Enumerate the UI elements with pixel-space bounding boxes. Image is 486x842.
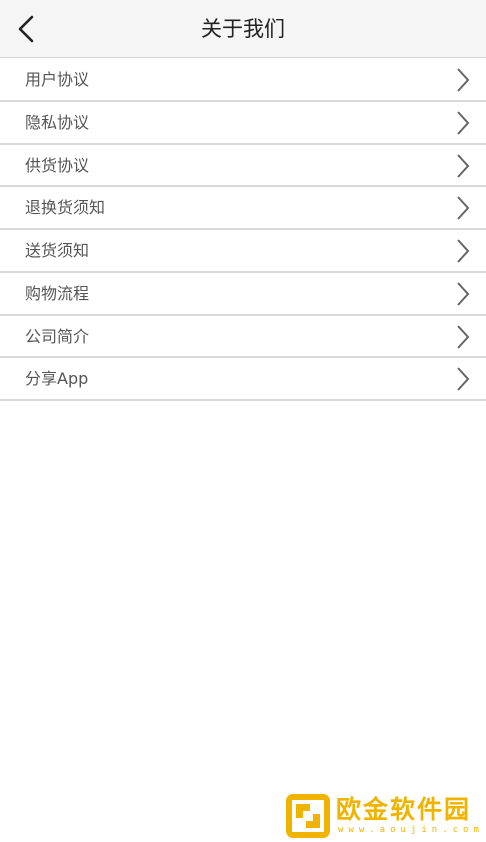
about-menu-list: 用户协议 隐私协议 供货协议 退换货须知 送货须知 购物流程 公司简介 分享Ap… bbox=[0, 59, 486, 401]
menu-item-user-agreement[interactable]: 用户协议 bbox=[0, 59, 486, 102]
page-title: 关于我们 bbox=[201, 17, 285, 41]
watermark-logo-icon bbox=[286, 794, 330, 838]
watermark-url: www.aoujin.com bbox=[338, 825, 484, 835]
menu-item-company-profile[interactable]: 公司简介 bbox=[0, 316, 486, 359]
chevron-right-icon bbox=[457, 239, 470, 263]
menu-item-privacy-agreement[interactable]: 隐私协议 bbox=[0, 102, 486, 145]
watermark: 欧金软件园 www.aoujin.com bbox=[286, 794, 482, 838]
menu-item-share-app[interactable]: 分享App bbox=[0, 358, 486, 401]
menu-item-label: 公司简介 bbox=[25, 326, 90, 346]
menu-item-label: 用户协议 bbox=[25, 70, 90, 89]
menu-item-label: 隐私协议 bbox=[25, 112, 90, 132]
watermark-brand: 欧金软件园 bbox=[336, 795, 472, 824]
chevron-right-icon bbox=[457, 111, 470, 135]
chevron-right-icon bbox=[457, 367, 470, 391]
chevron-right-icon bbox=[457, 282, 470, 306]
menu-item-label: 购物流程 bbox=[25, 283, 90, 303]
nav-bar: 关于我们 bbox=[0, 0, 486, 58]
chevron-right-icon bbox=[457, 153, 470, 178]
menu-item-delivery-notice[interactable]: 送货须知 bbox=[0, 230, 486, 273]
menu-item-label: 分享App bbox=[25, 369, 89, 389]
menu-item-label: 供货协议 bbox=[25, 155, 90, 175]
menu-item-supply-agreement[interactable]: 供货协议 bbox=[0, 145, 486, 188]
menu-item-shopping-process[interactable]: 购物流程 bbox=[0, 273, 486, 316]
menu-item-return-policy[interactable]: 退换货须知 bbox=[0, 187, 486, 230]
chevron-right-icon bbox=[457, 68, 470, 92]
chevron-right-icon bbox=[457, 196, 470, 220]
menu-item-label: 退换货须知 bbox=[25, 198, 106, 218]
menu-item-label: 送货须知 bbox=[25, 241, 90, 260]
chevron-right-icon bbox=[457, 324, 470, 349]
